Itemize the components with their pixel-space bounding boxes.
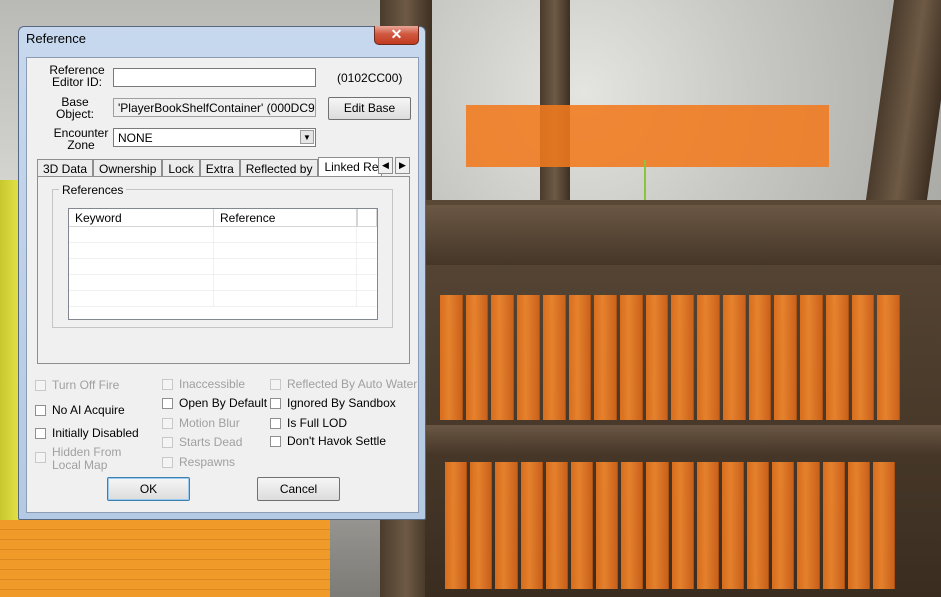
book[interactable] <box>696 462 719 589</box>
list-row-empty <box>69 291 377 307</box>
book[interactable] <box>671 295 695 420</box>
arrow-right-icon: ▶ <box>399 160 406 170</box>
references-list[interactable]: Keyword Reference <box>68 208 378 320</box>
reflected-by-auto-water-checkbox[interactable]: Reflected By Auto Water <box>270 378 417 391</box>
encounter-zone-select[interactable]: NONE ▼ <box>113 128 316 147</box>
respawns-checkbox[interactable]: Respawns <box>162 456 235 469</box>
book[interactable] <box>877 295 900 420</box>
list-row-empty <box>69 259 377 275</box>
ignored-by-sandbox-checkbox[interactable]: Ignored By Sandbox <box>270 397 396 410</box>
book[interactable] <box>570 462 594 589</box>
book[interactable] <box>470 462 493 589</box>
is-full-lod-checkbox[interactable]: Is Full LOD <box>270 417 347 430</box>
book[interactable] <box>872 462 896 589</box>
book[interactable] <box>621 462 644 589</box>
shelf-top-board <box>425 205 941 265</box>
dont-havok-settle-checkbox[interactable]: Don't Havok Settle <box>270 435 386 448</box>
hidden-from-local-map-checkbox[interactable]: Hidden From Local Map <box>35 446 121 472</box>
book[interactable] <box>542 295 566 420</box>
tab-reflected-by[interactable]: Reflected by <box>239 159 319 177</box>
book[interactable] <box>774 295 798 420</box>
column-header-keyword[interactable]: Keyword <box>69 209 214 226</box>
initially-disabled-checkbox[interactable]: Initially Disabled <box>35 427 139 440</box>
book[interactable] <box>847 462 870 589</box>
book[interactable] <box>645 295 669 420</box>
book[interactable] <box>568 295 592 420</box>
left-orange-object <box>0 520 330 597</box>
list-row-empty <box>69 243 377 259</box>
references-group-title: References <box>59 183 127 197</box>
book[interactable] <box>594 295 618 420</box>
book[interactable] <box>822 462 845 589</box>
book[interactable] <box>697 295 720 420</box>
chevron-down-icon: ▼ <box>300 130 314 144</box>
book[interactable] <box>721 462 745 589</box>
book[interactable] <box>620 295 643 420</box>
book[interactable] <box>545 462 568 589</box>
close-icon: ✕ <box>390 26 403 42</box>
base-object-label: Base Object: <box>55 95 94 121</box>
book[interactable] <box>800 295 823 420</box>
edit-base-button[interactable]: Edit Base <box>328 97 411 120</box>
book[interactable] <box>445 462 468 589</box>
turn-off-fire-checkbox[interactable]: Turn Off Fire <box>35 379 119 392</box>
book[interactable] <box>491 295 515 420</box>
tab-strip: 3D Data Ownership Lock Extra Reflected b… <box>37 157 383 177</box>
tab-ownership[interactable]: Ownership <box>93 159 163 177</box>
book[interactable] <box>671 462 694 589</box>
inaccessible-checkbox[interactable]: Inaccessible <box>162 378 245 391</box>
book[interactable] <box>517 295 540 420</box>
no-ai-acquire-checkbox[interactable]: No AI Acquire <box>35 404 125 417</box>
ref-editor-id-input[interactable] <box>113 68 316 87</box>
book[interactable] <box>851 295 875 420</box>
close-button[interactable]: ✕ <box>374 26 419 45</box>
book[interactable] <box>772 462 795 589</box>
tab-lock[interactable]: Lock <box>162 159 200 177</box>
encounter-zone-label: Encounter Zone <box>53 126 109 152</box>
book[interactable] <box>440 295 463 420</box>
book[interactable] <box>495 462 518 589</box>
dialog-title: Reference <box>26 31 86 46</box>
book[interactable] <box>465 295 489 420</box>
references-list-header: Keyword Reference <box>69 209 377 227</box>
starts-dead-checkbox[interactable]: Starts Dead <box>162 436 242 449</box>
tab-3d-data[interactable]: 3D Data <box>37 159 94 177</box>
tab-scroll-right-button[interactable]: ▶ <box>395 157 410 174</box>
book-row-upper[interactable] <box>440 295 900 420</box>
tab-linked-ref[interactable]: Linked Ref <box>318 157 383 177</box>
book-row-lower[interactable] <box>445 462 896 589</box>
book[interactable] <box>646 462 669 589</box>
column-header-reference[interactable]: Reference <box>214 209 357 226</box>
ok-button[interactable]: OK <box>107 477 190 501</box>
motion-blur-checkbox[interactable]: Motion Blur <box>162 417 240 430</box>
ref-editor-id-label: Reference Editor ID: <box>49 63 105 89</box>
book[interactable] <box>748 295 772 420</box>
book[interactable] <box>722 295 746 420</box>
tab-scroll-left-button[interactable]: ◀ <box>378 157 393 174</box>
form-id-text: (0102CC00) <box>337 71 403 85</box>
shelf-middle-board <box>425 425 941 455</box>
arrow-left-icon: ◀ <box>382 160 389 170</box>
book[interactable] <box>596 462 619 589</box>
open-by-default-checkbox[interactable]: Open By Default <box>162 397 267 410</box>
selected-shelf-highlight[interactable] <box>466 105 829 167</box>
book[interactable] <box>520 462 543 589</box>
list-row-empty <box>69 275 377 291</box>
book[interactable] <box>825 295 849 420</box>
cancel-button[interactable]: Cancel <box>257 477 340 501</box>
base-object-field: 'PlayerBookShelfContainer' (000DC9E7) <box>113 98 316 117</box>
column-header-filler <box>357 209 377 226</box>
book[interactable] <box>797 462 820 589</box>
tab-extra[interactable]: Extra <box>199 159 240 177</box>
book[interactable] <box>747 462 770 589</box>
list-row-empty <box>69 227 377 243</box>
